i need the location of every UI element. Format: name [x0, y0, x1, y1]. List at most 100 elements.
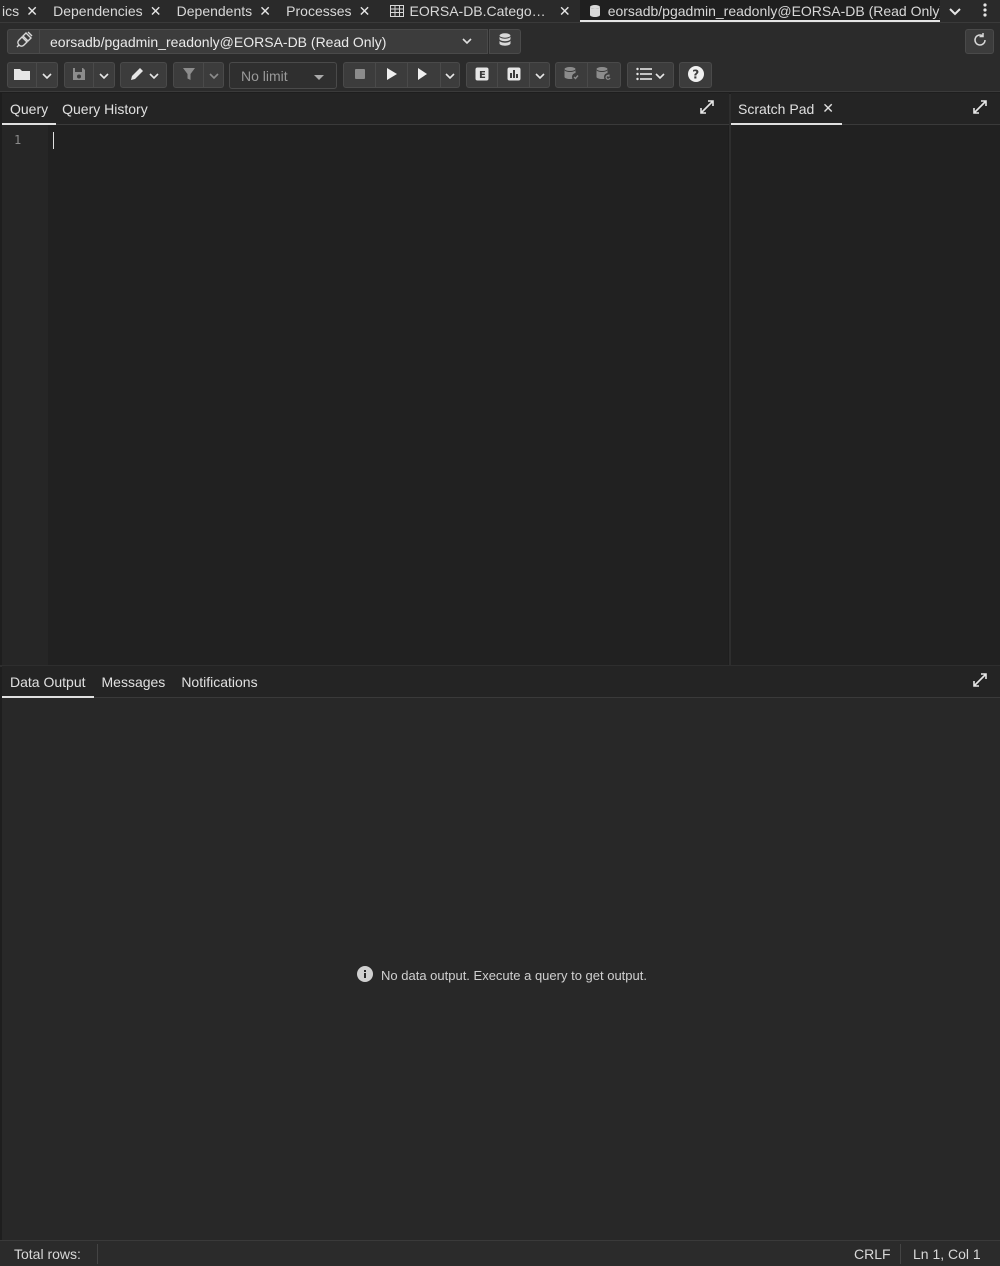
tab-label: EORSA-DB.Catego…	[409, 3, 546, 19]
status-bar: Total rows: CRLF Ln 1, Col 1	[0, 1240, 1000, 1266]
tab-dependents[interactable]: Dependents ✕	[171, 0, 281, 22]
caret-down-icon	[314, 75, 324, 80]
expand-icon[interactable]	[972, 672, 990, 690]
stop-query-button[interactable]	[343, 62, 376, 88]
tab-query-history[interactable]: Query History	[56, 93, 156, 124]
refresh-icon	[972, 32, 988, 51]
chevron-down-icon	[99, 67, 109, 83]
open-file-button[interactable]	[7, 62, 37, 88]
output-pane-tabs: Data Output Messages Notifications	[2, 666, 1000, 698]
expand-icon[interactable]	[699, 99, 717, 117]
pencil-icon	[129, 66, 147, 85]
explain-analyze-button[interactable]	[498, 62, 530, 88]
close-icon[interactable]: ✕	[822, 100, 834, 117]
tab-strip: ics ✕ Dependencies ✕ Dependents ✕ Proces…	[0, 0, 1000, 22]
tab-category-table[interactable]: EORSA-DB.Catego… ✕	[380, 0, 580, 22]
save-menu-button[interactable]	[94, 62, 115, 88]
tab-notifications[interactable]: Notifications	[173, 666, 265, 697]
execute-script-icon: S	[417, 67, 431, 84]
tab-label: Dependencies	[53, 3, 143, 19]
database-icon	[588, 4, 602, 18]
row-limit-value: No limit	[241, 67, 288, 84]
tab-label: Notifications	[181, 673, 258, 690]
status-divider	[97, 1244, 98, 1264]
scratch-pad-textarea[interactable]	[731, 125, 1000, 665]
svg-text:?: ?	[692, 67, 699, 81]
chevron-down-icon	[42, 67, 52, 83]
database-check-icon	[563, 66, 581, 85]
connection-select[interactable]: eorsadb/pgadmin_readonly@EORSA-DB (Read …	[40, 29, 488, 54]
close-icon[interactable]: ✕	[558, 3, 572, 20]
explain-button[interactable]: E	[466, 62, 498, 88]
tab-messages[interactable]: Messages	[94, 666, 174, 697]
tab-strip-controls	[940, 0, 1000, 22]
chevron-down-icon	[461, 34, 473, 51]
rollback-button[interactable]	[588, 62, 621, 88]
edit-menu-button[interactable]	[120, 62, 167, 88]
text-cursor	[53, 132, 54, 149]
tab-label: Processes	[286, 3, 352, 19]
close-icon[interactable]: ✕	[25, 3, 39, 20]
tab-scratch-pad[interactable]: Scratch Pad ✕	[731, 93, 842, 125]
tab-ics[interactable]: ics ✕	[0, 0, 47, 22]
close-icon[interactable]: ✕	[258, 3, 272, 20]
line-ending-indicator: CRLF	[854, 1246, 891, 1262]
tab-label: Query History	[62, 100, 148, 117]
cursor-position-indicator: Ln 1, Col 1	[913, 1246, 981, 1262]
explain-icon: E	[475, 67, 489, 84]
svg-text:S: S	[424, 74, 429, 81]
empty-output-message: No data output. Execute a query to get o…	[2, 966, 1000, 985]
filter-menu-button[interactable]	[204, 62, 224, 88]
chevron-down-icon	[148, 67, 159, 83]
list-icon	[636, 67, 652, 84]
save-file-button[interactable]	[64, 62, 94, 88]
empty-output-text: No data output. Execute a query to get o…	[381, 968, 647, 983]
tab-label: eorsadb/pgadmin_readonly@EORSA-DB (Read …	[607, 3, 945, 19]
expand-icon[interactable]	[972, 99, 990, 117]
row-limit-select[interactable]: No limit	[229, 62, 337, 89]
connection-status-button[interactable]	[7, 29, 40, 54]
filter-button[interactable]	[173, 62, 204, 88]
tab-processes[interactable]: Processes ✕	[280, 0, 379, 22]
folder-icon	[13, 67, 31, 84]
status-divider	[900, 1244, 901, 1264]
table-icon	[389, 4, 404, 18]
tab-label: Scratch Pad	[738, 100, 815, 117]
query-toolbar: No limit S E ?	[0, 58, 1000, 92]
execute-menu-button[interactable]	[441, 62, 460, 88]
tab-query[interactable]: Query	[2, 93, 57, 125]
query-pane-tabs: Query Query History	[2, 93, 729, 125]
commit-button[interactable]	[555, 62, 588, 88]
sql-editor[interactable]: 1	[2, 125, 728, 665]
chevron-down-icon	[655, 67, 665, 83]
connection-label: eorsadb/pgadmin_readonly@EORSA-DB (Read …	[50, 33, 387, 50]
chart-bar-icon	[507, 67, 521, 84]
chevron-down-icon	[534, 67, 545, 83]
macros-button[interactable]	[627, 62, 674, 88]
line-number: 1	[14, 133, 22, 147]
database-icon	[497, 32, 513, 51]
close-icon[interactable]: ✕	[358, 3, 372, 20]
tab-label: Messages	[101, 673, 166, 690]
tab-query-tool[interactable]: eorsadb/pgadmin_readonly@EORSA-DB (Read …	[579, 0, 979, 22]
execute-script-button[interactable]: S	[408, 62, 441, 88]
tab-dependencies[interactable]: Dependencies ✕	[47, 0, 171, 22]
reset-layout-button[interactable]	[965, 29, 994, 54]
help-button[interactable]: ?	[679, 62, 712, 88]
chevron-down-icon[interactable]	[940, 3, 970, 19]
svg-text:E: E	[479, 70, 486, 81]
explain-menu-button[interactable]	[530, 62, 550, 88]
more-vertical-icon[interactable]	[970, 2, 1000, 20]
chevron-down-icon	[445, 67, 455, 83]
play-icon	[386, 67, 398, 84]
plug-icon	[15, 31, 33, 52]
close-icon[interactable]: ✕	[149, 3, 163, 20]
total-rows-label: Total rows:	[14, 1246, 81, 1262]
new-connection-button[interactable]	[489, 29, 521, 54]
execute-button[interactable]	[376, 62, 408, 88]
tab-data-output[interactable]: Data Output	[2, 666, 94, 698]
filter-icon	[182, 67, 196, 84]
open-file-menu-button[interactable]	[37, 62, 58, 88]
line-number-gutter: 1	[2, 125, 48, 665]
tab-label: Query	[10, 100, 49, 117]
